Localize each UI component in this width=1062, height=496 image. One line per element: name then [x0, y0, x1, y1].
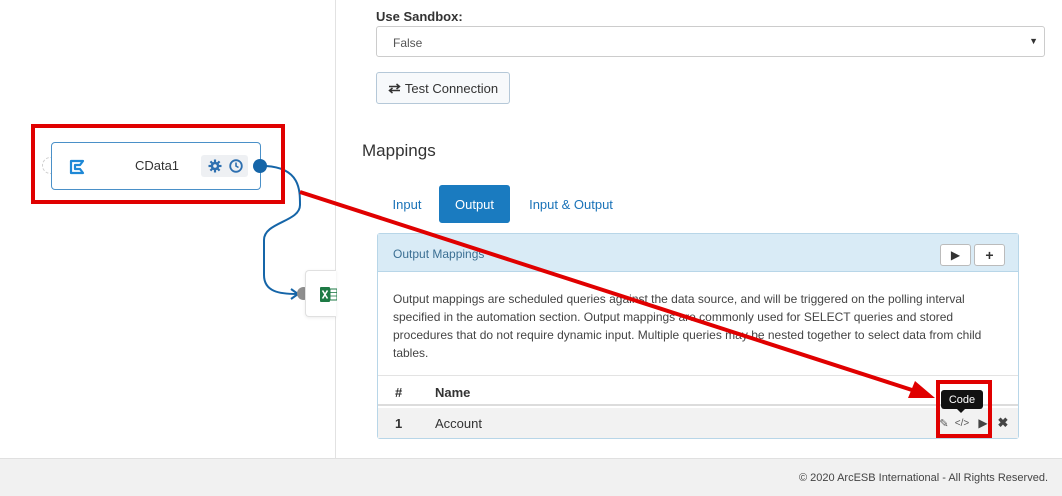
- use-sandbox-label: Use Sandbox:: [376, 9, 463, 24]
- play-icon: ▶: [950, 248, 961, 262]
- excel-icon: [320, 287, 337, 302]
- row-number: 1: [395, 416, 403, 431]
- copyright-text: © 2020 ArcESB International - All Rights…: [798, 472, 1048, 484]
- plus-icon: +: [985, 247, 994, 263]
- run-all-button[interactable]: ▶: [940, 244, 971, 266]
- annotation-highlight-node: [31, 124, 285, 204]
- column-header-number: #: [395, 385, 403, 400]
- connector-node-excel[interactable]: [305, 270, 337, 317]
- tab-input[interactable]: Input: [376, 185, 438, 223]
- output-mappings-card: Output Mappings ▶ + Output mappings are …: [377, 233, 1019, 439]
- app-window: CData1 Use Sandbox: False ▼ Test Connect…: [0, 0, 1062, 496]
- card-header: Output Mappings ▶ +: [378, 234, 1018, 272]
- use-sandbox-select[interactable]: False ▼: [376, 26, 1045, 57]
- table-header: # Name: [378, 375, 1018, 406]
- flow-canvas[interactable]: CData1: [0, 0, 337, 458]
- row-name: Account: [435, 416, 482, 431]
- test-connection-button[interactable]: Test Connection: [376, 72, 510, 104]
- mappings-heading: Mappings: [362, 141, 436, 160]
- table-row[interactable]: 1 Account ✎ </> ▶ ✖: [378, 408, 1018, 438]
- annotation-highlight-code-button: [936, 380, 992, 438]
- chevron-down-icon: ▼: [1029, 36, 1038, 46]
- card-title: Output Mappings: [393, 247, 485, 261]
- tab-output[interactable]: Output: [439, 185, 510, 223]
- close-icon[interactable]: ✖: [995, 415, 1011, 431]
- footer: © 2020 ArcESB International - All Rights…: [0, 458, 1062, 496]
- column-header-name: Name: [435, 385, 471, 400]
- card-description: Output mappings are scheduled queries ag…: [393, 292, 982, 360]
- use-sandbox-value: False: [393, 36, 423, 50]
- connector-line: [263, 165, 302, 300]
- test-connection-label: Test Connection: [404, 80, 499, 96]
- exchange-icon: [388, 82, 401, 94]
- tab-input-output[interactable]: Input & Output: [516, 185, 626, 223]
- add-mapping-button[interactable]: +: [974, 244, 1005, 266]
